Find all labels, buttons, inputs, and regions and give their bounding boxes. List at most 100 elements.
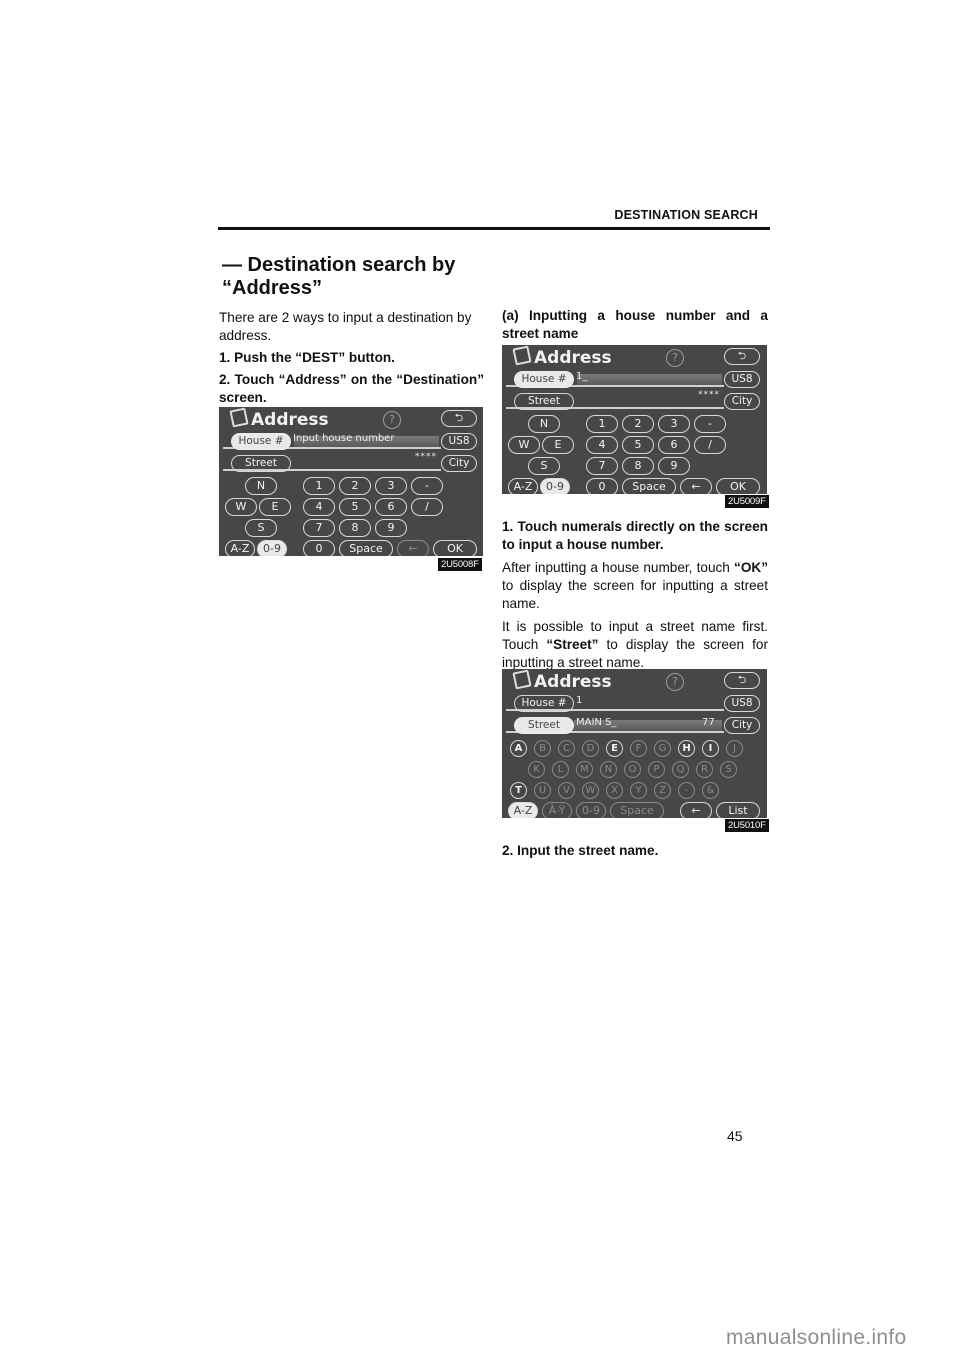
number-key[interactable]: 7 bbox=[586, 457, 618, 475]
state-button[interactable]: US8 bbox=[441, 433, 477, 450]
letter-key-e[interactable]: E bbox=[606, 740, 623, 757]
number-key[interactable]: 3 bbox=[658, 415, 690, 433]
street-button[interactable]: Street bbox=[514, 717, 574, 734]
space-key[interactable]: Space bbox=[339, 540, 393, 556]
match-count: 77 bbox=[702, 717, 715, 728]
street-button[interactable]: Street bbox=[514, 393, 574, 410]
letter-key-a[interactable]: A bbox=[510, 740, 527, 757]
subhead-a: (a) Inputting a house number and a stree… bbox=[502, 308, 768, 341]
number-key[interactable]: / bbox=[411, 498, 443, 516]
letter-key-c: C bbox=[558, 740, 575, 757]
direction-key-n[interactable]: N bbox=[528, 415, 560, 433]
number-key[interactable]: 8 bbox=[339, 519, 371, 537]
house-number-field[interactable]: 1 bbox=[576, 694, 726, 708]
step-2-right: 2. Input the street name. bbox=[502, 843, 659, 858]
letter-key-h[interactable]: H bbox=[678, 740, 695, 757]
state-button[interactable]: US8 bbox=[724, 371, 760, 388]
direction-key-e[interactable]: E bbox=[542, 436, 574, 454]
step-1-right: 1. Touch numerals directly on the screen… bbox=[502, 519, 768, 552]
number-mode-button[interactable]: 0-9 bbox=[576, 802, 606, 818]
figure-id-label: 2U5010F bbox=[725, 819, 769, 832]
number-key[interactable]: 9 bbox=[375, 519, 407, 537]
figure-address-screen-3: Address? ⮌ US8 City House #1 Street MAIN S_ 77 A… bbox=[502, 669, 767, 818]
section-title: — Destination search by “Address” bbox=[222, 254, 455, 300]
section-title-line2: “Address” bbox=[222, 277, 323, 299]
backspace-key[interactable]: ← bbox=[680, 802, 712, 818]
state-button[interactable]: US8 bbox=[724, 695, 760, 712]
number-key-0[interactable]: 0 bbox=[303, 540, 335, 556]
number-mode-button[interactable]: 0-9 bbox=[257, 540, 287, 556]
city-button[interactable]: City bbox=[724, 717, 760, 734]
number-key[interactable]: 7 bbox=[303, 519, 335, 537]
letter-key-o: O bbox=[624, 761, 641, 778]
az-mode-button[interactable]: A-Z bbox=[508, 802, 538, 818]
direction-key-s[interactable]: S bbox=[528, 457, 560, 475]
letter-key-&: & bbox=[702, 782, 719, 799]
house-number-button[interactable]: House # bbox=[231, 433, 291, 450]
letter-key-i[interactable]: I bbox=[702, 740, 719, 757]
accent-mode-button[interactable]: À-Ÿ bbox=[542, 802, 572, 818]
direction-key-s[interactable]: S bbox=[245, 519, 277, 537]
az-mode-button[interactable]: A-Z bbox=[508, 478, 538, 494]
list-button[interactable]: List bbox=[716, 802, 760, 818]
ok-button[interactable]: OK bbox=[716, 478, 760, 494]
number-key[interactable]: 2 bbox=[622, 415, 654, 433]
help-icon[interactable]: ? bbox=[666, 349, 684, 367]
ok-button[interactable]: OK bbox=[433, 540, 477, 556]
number-key[interactable]: 1 bbox=[303, 477, 335, 495]
number-key[interactable]: 2 bbox=[339, 477, 371, 495]
number-key[interactable]: 8 bbox=[622, 457, 654, 475]
number-key[interactable]: - bbox=[411, 477, 443, 495]
number-key[interactable]: - bbox=[694, 415, 726, 433]
number-key[interactable]: 4 bbox=[303, 498, 335, 516]
number-key[interactable]: 5 bbox=[622, 436, 654, 454]
address-book-icon bbox=[512, 345, 532, 366]
back-button[interactable]: ⮌ bbox=[724, 672, 760, 689]
house-number-button[interactable]: House # bbox=[514, 695, 574, 712]
help-icon[interactable]: ? bbox=[666, 673, 684, 691]
number-key[interactable]: 1 bbox=[586, 415, 618, 433]
letter-key-f: F bbox=[630, 740, 647, 757]
backspace-key[interactable]: ← bbox=[397, 540, 429, 556]
letter-key-w: W bbox=[582, 782, 599, 799]
space-key[interactable]: Space bbox=[622, 478, 676, 494]
number-key[interactable]: 3 bbox=[375, 477, 407, 495]
number-key[interactable]: 5 bbox=[339, 498, 371, 516]
screen-title: Address bbox=[512, 669, 612, 692]
left-column: There are 2 ways to input a destination … bbox=[219, 309, 484, 407]
number-key[interactable]: 6 bbox=[658, 436, 690, 454]
backspace-key[interactable]: ← bbox=[680, 478, 712, 494]
city-button[interactable]: City bbox=[724, 393, 760, 410]
right-instructions: 1. Touch numerals directly on the screen… bbox=[502, 518, 768, 672]
az-mode-button[interactable]: A-Z bbox=[225, 540, 255, 556]
number-key-0[interactable]: 0 bbox=[586, 478, 618, 494]
back-button[interactable]: ⮌ bbox=[724, 348, 760, 365]
house-number-button[interactable]: House # bbox=[514, 371, 574, 388]
number-key[interactable]: 6 bbox=[375, 498, 407, 516]
running-head: DESTINATION SEARCH bbox=[614, 208, 758, 222]
space-key[interactable]: Space bbox=[610, 802, 664, 818]
address-book-icon bbox=[512, 669, 532, 690]
house-number-field[interactable]: Input house number bbox=[293, 432, 443, 446]
direction-key-e[interactable]: E bbox=[259, 498, 291, 516]
direction-key-w[interactable]: W bbox=[225, 498, 257, 516]
city-button[interactable]: City bbox=[441, 455, 477, 472]
street-name-field[interactable]: MAIN S_ bbox=[576, 716, 686, 730]
help-icon[interactable]: ? bbox=[383, 411, 401, 429]
house-number-field[interactable]: 1_ bbox=[576, 370, 726, 384]
direction-key-n[interactable]: N bbox=[245, 477, 277, 495]
number-key[interactable]: 9 bbox=[658, 457, 690, 475]
letter-key-t[interactable]: T bbox=[510, 782, 527, 799]
screen-title: Address bbox=[229, 407, 329, 430]
number-mode-button[interactable]: 0-9 bbox=[540, 478, 570, 494]
letter-key-r: R bbox=[696, 761, 713, 778]
number-key[interactable]: 4 bbox=[586, 436, 618, 454]
street-button[interactable]: Street bbox=[231, 455, 291, 472]
number-key[interactable]: / bbox=[694, 436, 726, 454]
letter-key-j: J bbox=[726, 740, 743, 757]
back-button[interactable]: ⮌ bbox=[441, 410, 477, 427]
direction-key-w[interactable]: W bbox=[508, 436, 540, 454]
letter-key-g: G bbox=[654, 740, 671, 757]
letter-key-d: D bbox=[582, 740, 599, 757]
letter-key-l: L bbox=[552, 761, 569, 778]
